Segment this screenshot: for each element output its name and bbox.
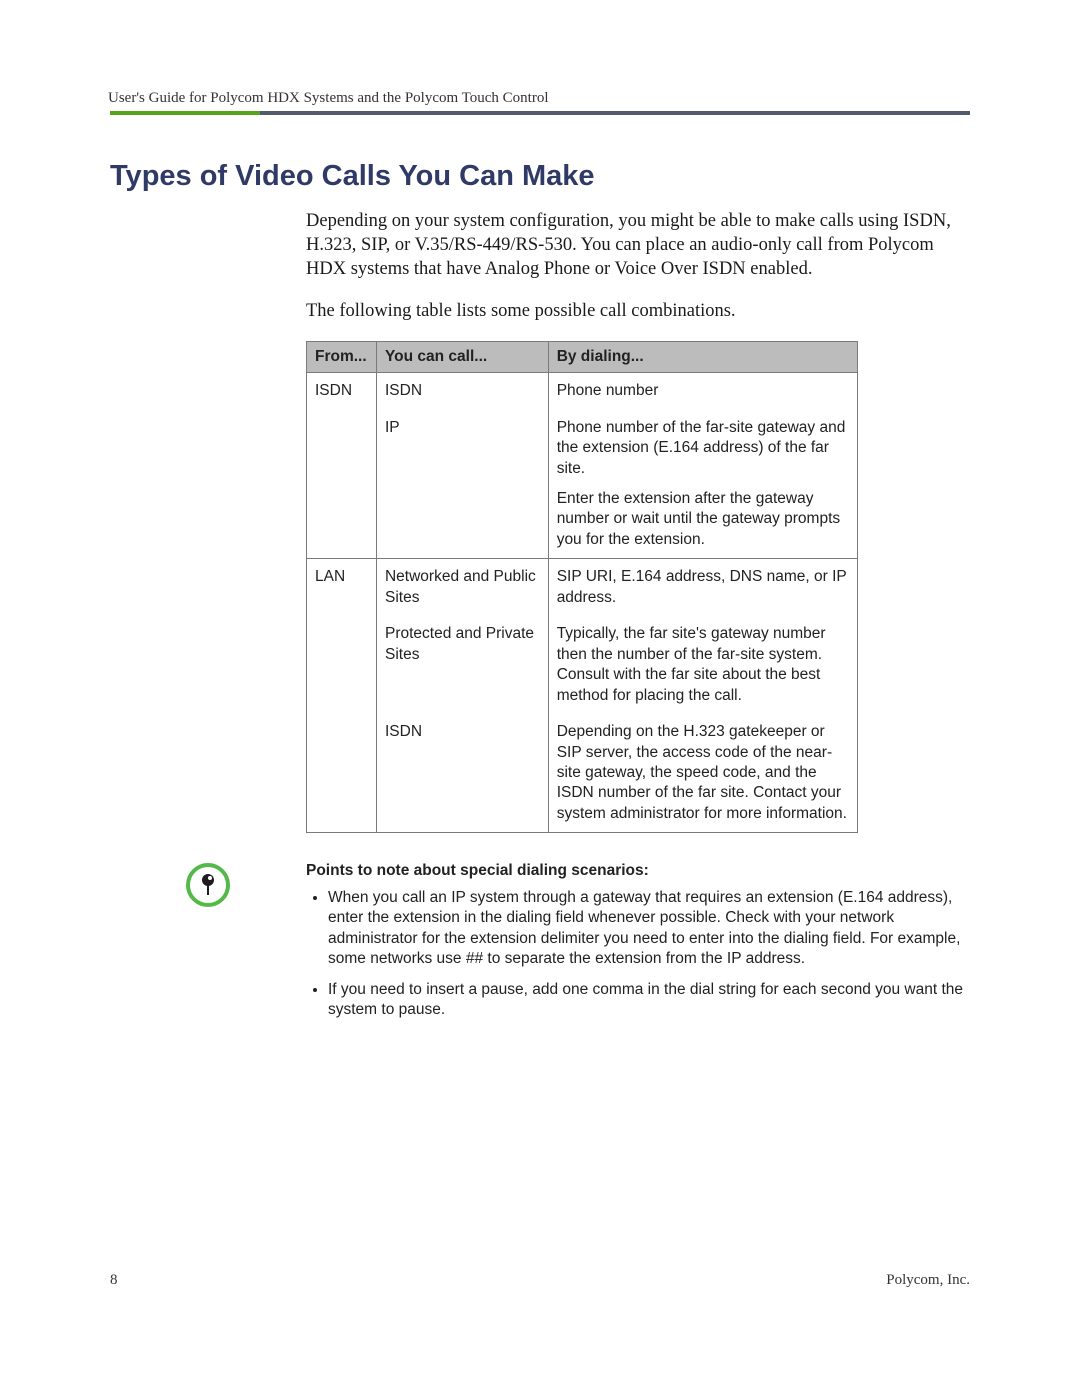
note-list: When you call an IP system through a gat… (306, 888, 970, 1021)
cell-from: ISDN (307, 373, 377, 559)
th-from: From... (307, 342, 377, 373)
running-head: User's Guide for Polycom HDX Systems and… (108, 90, 970, 107)
list-item: If you need to insert a pause, add one c… (328, 980, 970, 1021)
cell-dial: Phone number (548, 373, 857, 410)
header-rule (110, 111, 970, 115)
cell-call: ISDN (376, 373, 548, 410)
cell-call: ISDN (376, 714, 548, 833)
page-footer: 8 Polycom, Inc. (110, 1272, 970, 1289)
th-dial: By dialing... (548, 342, 857, 373)
cell-from: LAN (307, 559, 377, 833)
cell-call: IP (376, 410, 548, 559)
note-title: Points to note about special dialing sce… (306, 861, 970, 881)
list-item: When you call an IP system through a gat… (328, 888, 970, 970)
table-row: ISDN ISDN Phone number (307, 373, 858, 410)
table-row: LAN Networked and Public Sites SIP URI, … (307, 559, 858, 616)
intro-p2: The following table lists some possible … (306, 299, 970, 323)
rule-main (260, 111, 970, 115)
section-title: Types of Video Calls You Can Make (110, 160, 970, 193)
table-row: IP Phone number of the far-site gateway … (307, 410, 858, 559)
cell-dial-text: Phone number of the far-site gateway and… (557, 419, 846, 477)
cell-dial: SIP URI, E.164 address, DNS name, or IP … (548, 559, 857, 616)
rule-accent (110, 111, 260, 115)
table-row: Protected and Private Sites Typically, t… (307, 616, 858, 714)
th-call: You can call... (376, 342, 548, 373)
cell-dial: Typically, the far site's gateway number… (548, 616, 857, 714)
call-combinations-table: From... You can call... By dialing... IS… (306, 341, 858, 833)
page: User's Guide for Polycom HDX Systems and… (0, 0, 1080, 1397)
footer-company: Polycom, Inc. (886, 1272, 970, 1289)
pushpin-icon (186, 863, 230, 907)
table-row: ISDN Depending on the H.323 gatekeeper o… (307, 714, 858, 833)
cell-call: Networked and Public Sites (376, 559, 548, 616)
cell-dial-extra: Enter the extension after the gateway nu… (557, 489, 849, 550)
cell-dial: Phone number of the far-site gateway and… (548, 410, 857, 559)
intro-p1: Depending on your system configuration, … (306, 209, 970, 281)
cell-call: Protected and Private Sites (376, 616, 548, 714)
note-block: Points to note about special dialing sce… (110, 861, 970, 1030)
intro-text: Depending on your system configuration, … (306, 209, 970, 323)
cell-dial: Depending on the H.323 gatekeeper or SIP… (548, 714, 857, 833)
page-number: 8 (110, 1272, 118, 1289)
